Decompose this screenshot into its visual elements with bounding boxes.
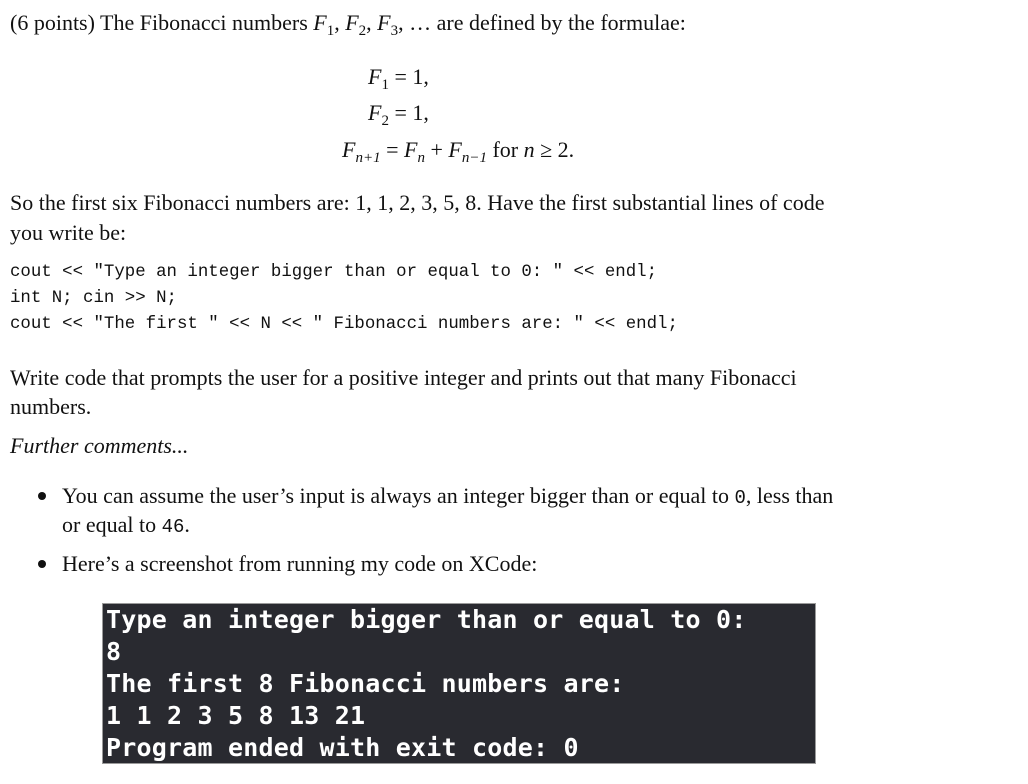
console-line: The first 8 Fibonacci numbers are: <box>106 669 625 698</box>
code-line-3: cout << "The first " << N << " Fibonacci… <box>10 315 678 334</box>
first-six-numbers: 1, 1, 2, 3, 5, 8. <box>355 190 482 215</box>
bullet-1-line2: or equal to 46. <box>62 512 190 538</box>
paragraph-first-six-line2: you write be: <box>10 220 127 245</box>
intro-suffix: are defined by the formulae: <box>431 10 686 35</box>
paragraph-task: Write code that prompts the user for a p… <box>10 365 797 390</box>
bullet-2: Here’s a screenshot from running my code… <box>62 551 538 576</box>
paragraph-task-line2: numbers. <box>10 394 92 419</box>
paragraph-first-six: So the first six Fibonacci numbers are: … <box>10 190 825 215</box>
sequence-notation: F1, F2, F3, … <box>313 10 432 39</box>
equation-f1: F1 = 1, <box>368 64 429 93</box>
code-line-1: cout << "Type an integer bigger than or … <box>10 263 658 282</box>
intro-prefix: (6 points) The Fibonacci numbers <box>10 10 314 35</box>
further-comments-heading: Further comments... <box>10 433 189 458</box>
xcode-console-screenshot: Type an integer bigger than or equal to … <box>102 603 816 764</box>
console-line: Type an integer bigger than or equal to … <box>106 605 747 634</box>
inline-code-46: 46 <box>161 516 185 538</box>
bullet-icon <box>38 492 46 500</box>
console-line: 8 <box>106 637 122 666</box>
code-line-2: int N; cin >> N; <box>10 289 177 308</box>
bullet-icon <box>38 560 46 568</box>
equation-recurrence: Fn+1 = Fn + Fn−1 for n ≥ 2. <box>342 137 575 166</box>
console-line: 1 1 2 3 5 8 13 21 <box>106 701 366 730</box>
bullet-1-line1: You can assume the user’s input is alway… <box>62 483 834 509</box>
console-line: Program ended with exit code: 0 <box>106 733 579 762</box>
inline-code-zero: 0 <box>734 487 746 509</box>
problem-intro: (6 points) The Fibonacci numbers F1, F2,… <box>10 9 686 45</box>
equation-f2: F2 = 1, <box>368 100 429 129</box>
